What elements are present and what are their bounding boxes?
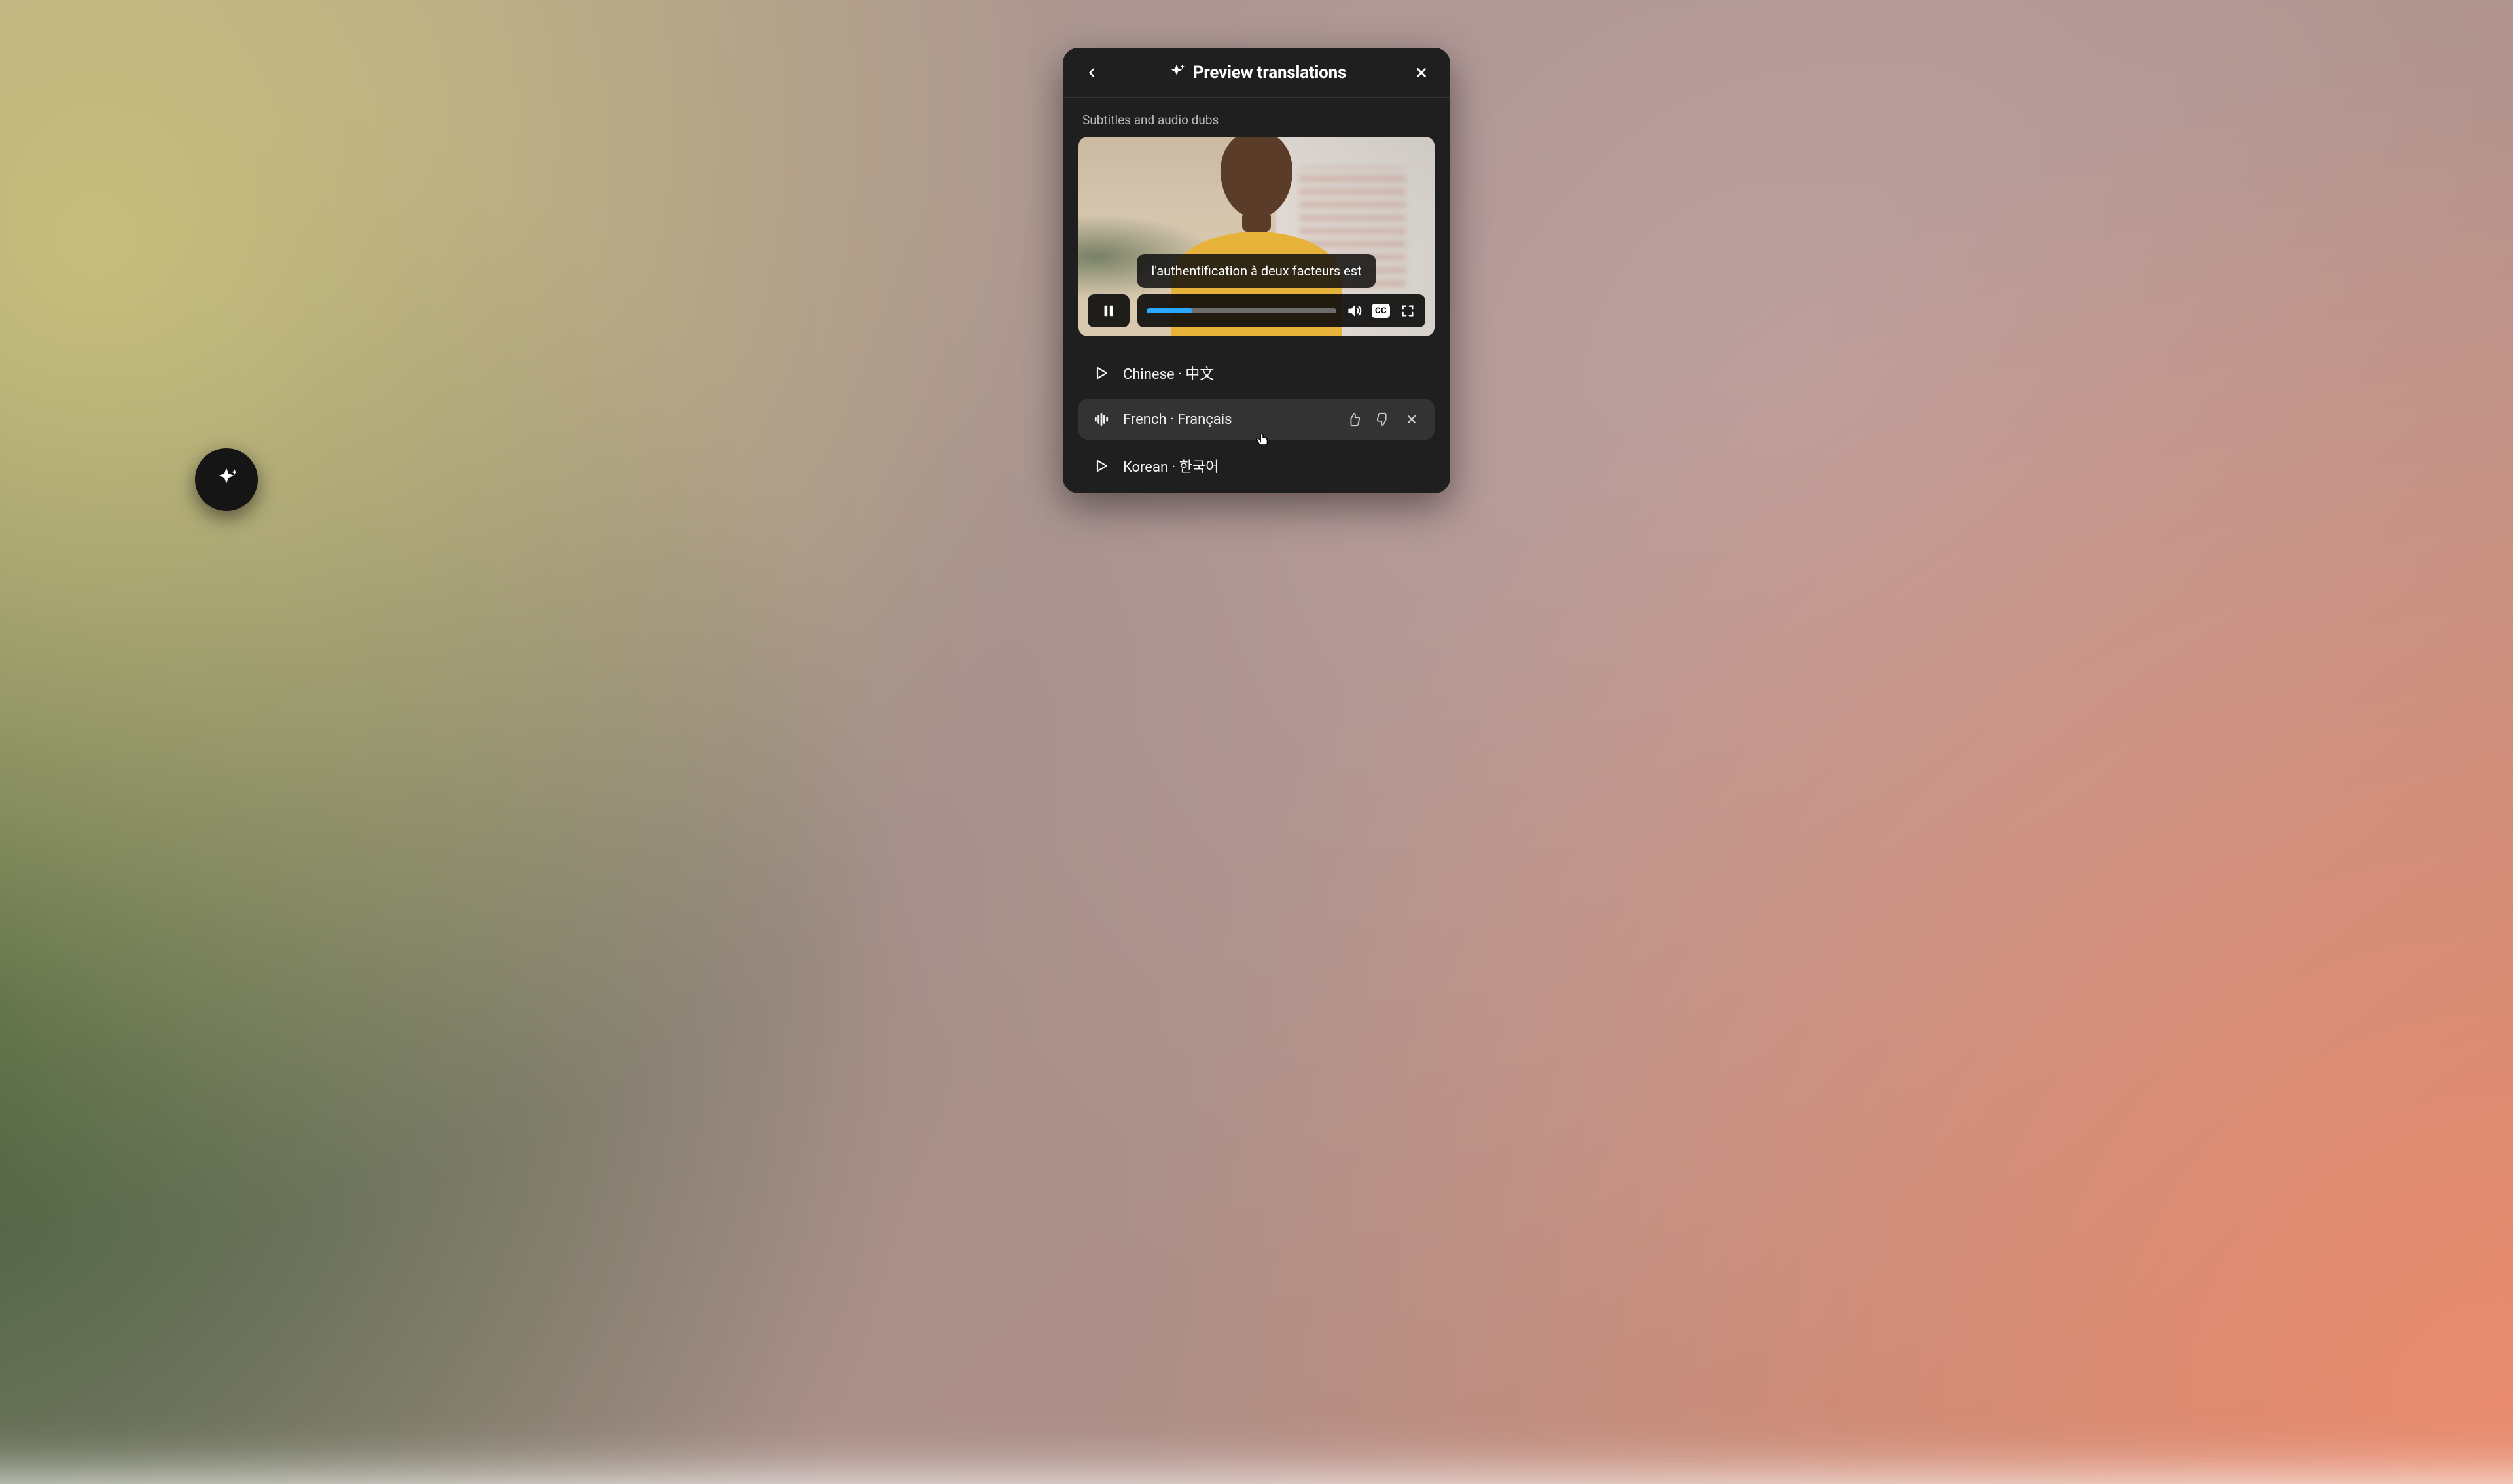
- sparkle-icon: [213, 466, 240, 493]
- progress-fill: [1147, 308, 1192, 313]
- back-button[interactable]: [1080, 61, 1103, 84]
- volume-icon: [1346, 302, 1363, 319]
- language-label: Chinese · 中文: [1123, 362, 1420, 383]
- sparkle-icon: [1167, 63, 1186, 82]
- video-controls-bar: CC: [1137, 294, 1425, 327]
- panel-title: Preview translations: [1193, 63, 1346, 82]
- language-row-actions: [1346, 411, 1420, 428]
- play-icon: [1093, 457, 1110, 474]
- chevron-left-icon: [1085, 66, 1098, 79]
- fullscreen-button[interactable]: [1399, 302, 1416, 319]
- ai-sparkle-fab[interactable]: [195, 448, 258, 511]
- pointer-cursor-icon: [1254, 428, 1271, 445]
- language-row-french[interactable]: French · Français: [1078, 399, 1435, 440]
- progress-bar[interactable]: [1147, 308, 1336, 313]
- play-icon: [1093, 364, 1110, 381]
- fullscreen-icon: [1400, 304, 1415, 318]
- thumbs-down-icon: [1376, 412, 1390, 427]
- video-preview[interactable]: l'authentification à deux facteurs est C…: [1078, 137, 1435, 336]
- translations-panel: Preview translations Subtitles and audio…: [1063, 48, 1450, 493]
- pause-icon: [1101, 303, 1116, 319]
- thumbs-up-button[interactable]: [1346, 411, 1363, 428]
- close-icon: [1414, 65, 1429, 80]
- subtitle-overlay: l'authentification à deux facteurs est: [1137, 254, 1376, 288]
- language-row-chinese[interactable]: Chinese · 中文: [1078, 351, 1435, 395]
- panel-header: Preview translations: [1063, 48, 1450, 98]
- section-label: Subtitles and audio dubs: [1063, 98, 1450, 137]
- language-label: French · Français: [1123, 412, 1332, 428]
- volume-button[interactable]: [1346, 302, 1363, 319]
- close-panel-button[interactable]: [1410, 61, 1433, 84]
- thumbs-up-icon: [1347, 412, 1361, 427]
- language-label: Korean · 한국어: [1123, 455, 1420, 476]
- language-list: Chinese · 中文 French · Français: [1063, 351, 1450, 488]
- close-icon: [1405, 413, 1418, 426]
- captions-button[interactable]: CC: [1372, 304, 1390, 318]
- video-controls: CC: [1088, 294, 1425, 327]
- language-row-korean[interactable]: Korean · 한국어: [1078, 444, 1435, 488]
- pause-button[interactable]: [1088, 294, 1130, 327]
- audio-wave-icon: [1093, 411, 1110, 428]
- remove-language-button[interactable]: [1403, 411, 1420, 428]
- thumbs-down-button[interactable]: [1374, 411, 1391, 428]
